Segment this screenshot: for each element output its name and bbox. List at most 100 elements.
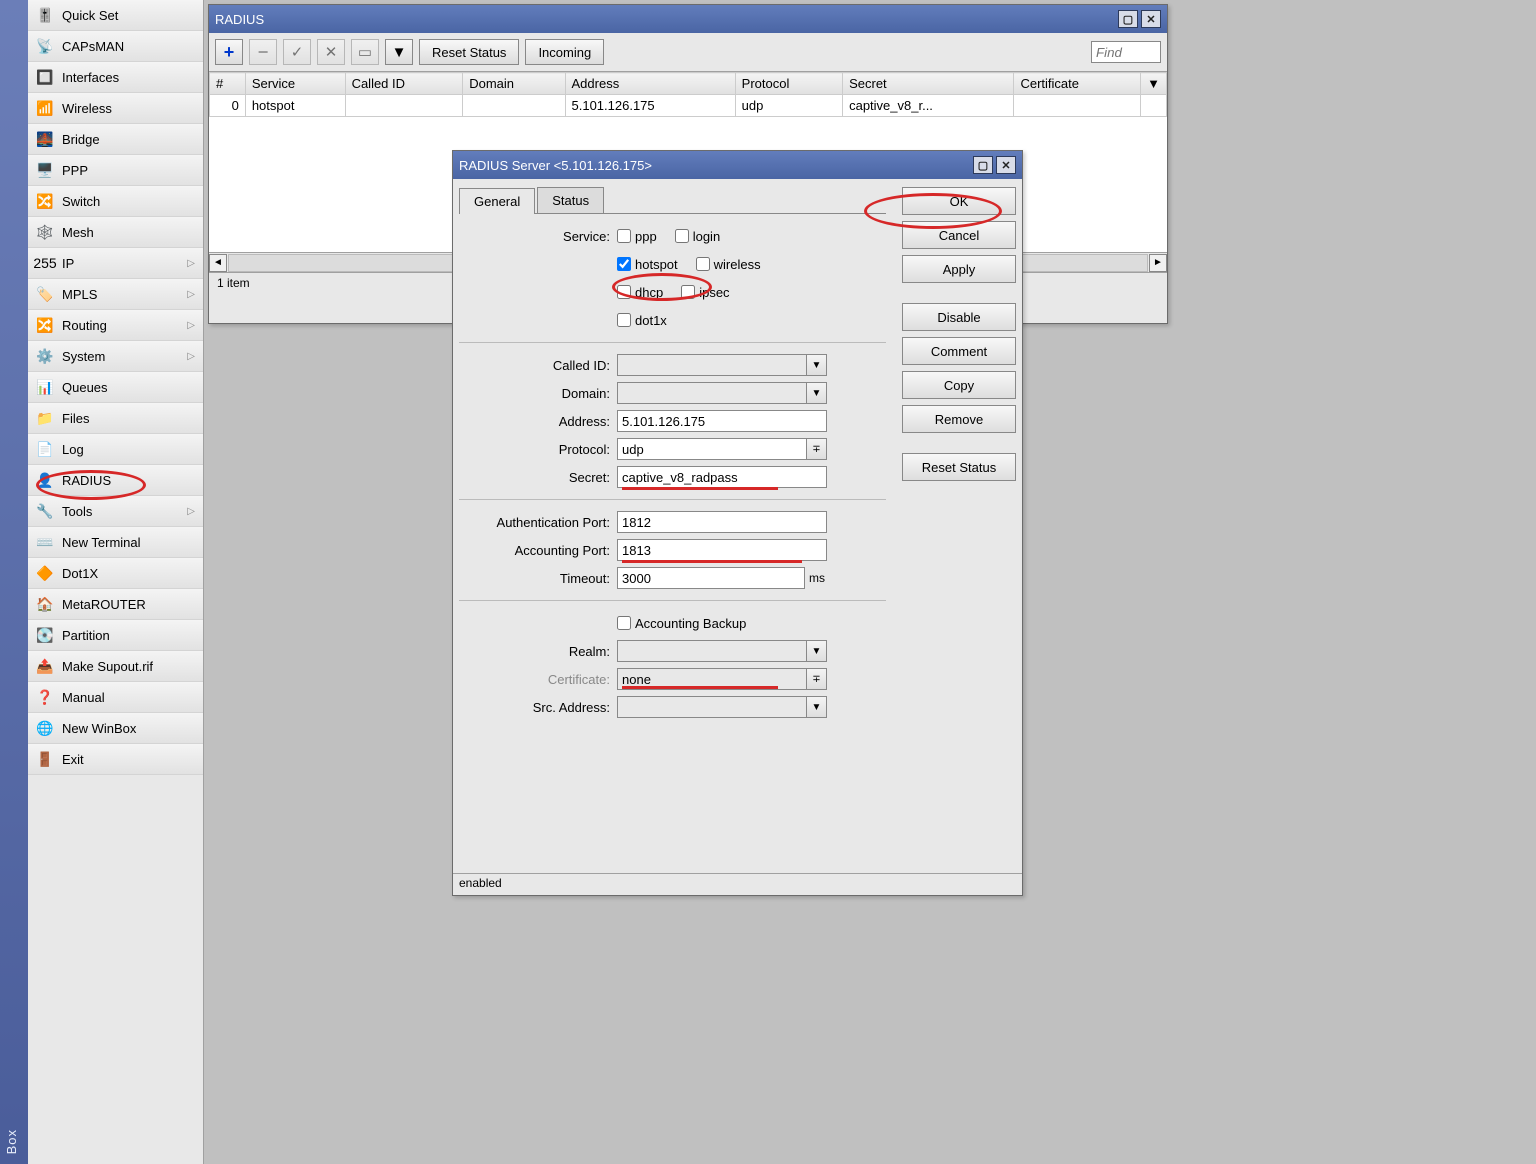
acct-port-input[interactable] [617,539,827,561]
find-input[interactable] [1091,41,1161,63]
minimize-button[interactable]: ▢ [1118,10,1138,28]
src-addr-dropdown[interactable]: ▼ [807,696,827,718]
sidebar-icon: 🏠 [36,595,54,613]
scroll-right-button[interactable]: ► [1149,254,1167,272]
sidebar-item-radius[interactable]: 👤RADIUS [28,465,203,496]
col-called-id[interactable]: Called ID [345,73,463,95]
enable-button[interactable]: ✓ [283,39,311,65]
sidebar-item-label: Mesh [62,225,195,240]
cancel-button[interactable]: Cancel [902,221,1016,249]
sidebar-item-new-winbox[interactable]: 🌐New WinBox [28,713,203,744]
sidebar-item-tools[interactable]: 🔧Tools▷ [28,496,203,527]
service-hotspot-checkbox[interactable] [617,257,631,271]
auth-port-label: Authentication Port: [459,515,617,530]
domain-input[interactable] [617,382,807,404]
service-login-checkbox[interactable] [675,229,689,243]
sidebar-item-exit[interactable]: 🚪Exit [28,744,203,775]
protocol-dropdown[interactable]: ∓ [807,438,827,460]
dialog-title: RADIUS Server <5.101.126.175> [459,158,970,173]
service-wireless-checkbox[interactable] [696,257,710,271]
protocol-input[interactable] [617,438,807,460]
sidebar-icon: 📶 [36,99,54,117]
sidebar-item-make-supout-rif[interactable]: 📤Make Supout.rif [28,651,203,682]
reset-status-button-dlg[interactable]: Reset Status [902,453,1016,481]
dialog-close-button[interactable]: ✕ [996,156,1016,174]
col-menu[interactable]: ▼ [1141,73,1167,95]
col-protocol[interactable]: Protocol [735,73,842,95]
src-addr-input[interactable] [617,696,807,718]
ok-button[interactable]: OK [902,187,1016,215]
col-secret[interactable]: Secret [843,73,1014,95]
service-dot1x-checkbox[interactable] [617,313,631,327]
chevron-right-icon: ▷ [187,289,195,300]
sidebar-icon: 🏷️ [36,285,54,303]
dialog-minimize-button[interactable]: ▢ [973,156,993,174]
realm-input[interactable] [617,640,807,662]
service-dhcp-checkbox[interactable] [617,285,631,299]
filter-button[interactable]: ▼ [385,39,413,65]
sidebar-item-quick-set[interactable]: 🎚️Quick Set [28,0,203,31]
disable-button[interactable]: Disable [902,303,1016,331]
sidebar-item-manual[interactable]: ❓Manual [28,682,203,713]
reset-status-button[interactable]: Reset Status [419,39,519,65]
remove-button-dlg[interactable]: Remove [902,405,1016,433]
domain-dropdown[interactable]: ▼ [807,382,827,404]
sidebar-item-capsman[interactable]: 📡CAPsMAN [28,31,203,62]
sidebar-item-mesh[interactable]: 🕸️Mesh [28,217,203,248]
incoming-button[interactable]: Incoming [525,39,604,65]
sidebar-item-queues[interactable]: 📊Queues [28,372,203,403]
service-ipsec-label: ipsec [699,285,729,300]
col-domain[interactable]: Domain [463,73,565,95]
sidebar-icon: 🔧 [36,502,54,520]
copy-button[interactable]: Copy [902,371,1016,399]
col--[interactable]: # [210,73,246,95]
timeout-input[interactable] [617,567,805,589]
sidebar-item-files[interactable]: 📁Files [28,403,203,434]
auth-port-input[interactable] [617,511,827,533]
sidebar-item-partition[interactable]: 💽Partition [28,620,203,651]
comment-button-icon[interactable]: ▭ [351,39,379,65]
acct-port-label: Accounting Port: [459,543,617,558]
sidebar-item-ip[interactable]: 255IP▷ [28,248,203,279]
address-input[interactable] [617,410,827,432]
called-id-input[interactable] [617,354,807,376]
cert-input[interactable] [617,668,807,690]
col-certificate[interactable]: Certificate [1014,73,1141,95]
sidebar-item-log[interactable]: 📄Log [28,434,203,465]
acct-backup-checkbox[interactable] [617,616,631,630]
realm-dropdown[interactable]: ▼ [807,640,827,662]
service-ipsec-checkbox[interactable] [681,285,695,299]
sidebar-item-system[interactable]: ⚙️System▷ [28,341,203,372]
col-service[interactable]: Service [245,73,345,95]
tab-status[interactable]: Status [537,187,604,213]
called-id-dropdown[interactable]: ▼ [807,354,827,376]
radius-server-dialog: RADIUS Server <5.101.126.175> ▢ ✕ Genera… [452,150,1023,896]
timeout-label: Timeout: [459,571,617,586]
sidebar-item-label: New Terminal [62,535,195,550]
col-address[interactable]: Address [565,73,735,95]
disable-button[interactable]: ✕ [317,39,345,65]
table-row[interactable]: 0hotspot5.101.126.175udpcaptive_v8_r... [210,95,1167,117]
sidebar-item-dot1x[interactable]: 🔶Dot1X [28,558,203,589]
sidebar-item-mpls[interactable]: 🏷️MPLS▷ [28,279,203,310]
add-button[interactable]: + [215,39,243,65]
apply-button[interactable]: Apply [902,255,1016,283]
sidebar-item-label: Queues [62,380,195,395]
service-ppp-checkbox[interactable] [617,229,631,243]
sidebar-item-interfaces[interactable]: 🔲Interfaces [28,62,203,93]
sidebar-item-bridge[interactable]: 🌉Bridge [28,124,203,155]
cert-dropdown[interactable]: ∓ [807,668,827,690]
tab-general[interactable]: General [459,188,535,214]
close-button[interactable]: ✕ [1141,10,1161,28]
sidebar-item-ppp[interactable]: 🖥️PPP [28,155,203,186]
sidebar-item-switch[interactable]: 🔀Switch [28,186,203,217]
secret-input[interactable] [617,466,827,488]
sidebar-item-wireless[interactable]: 📶Wireless [28,93,203,124]
sidebar-item-new-terminal[interactable]: ⌨️New Terminal [28,527,203,558]
sidebar-item-metarouter[interactable]: 🏠MetaROUTER [28,589,203,620]
sidebar-item-label: IP [62,256,187,271]
scroll-left-button[interactable]: ◄ [209,254,227,272]
remove-button[interactable]: − [249,39,277,65]
sidebar-item-routing[interactable]: 🔀Routing▷ [28,310,203,341]
comment-button[interactable]: Comment [902,337,1016,365]
